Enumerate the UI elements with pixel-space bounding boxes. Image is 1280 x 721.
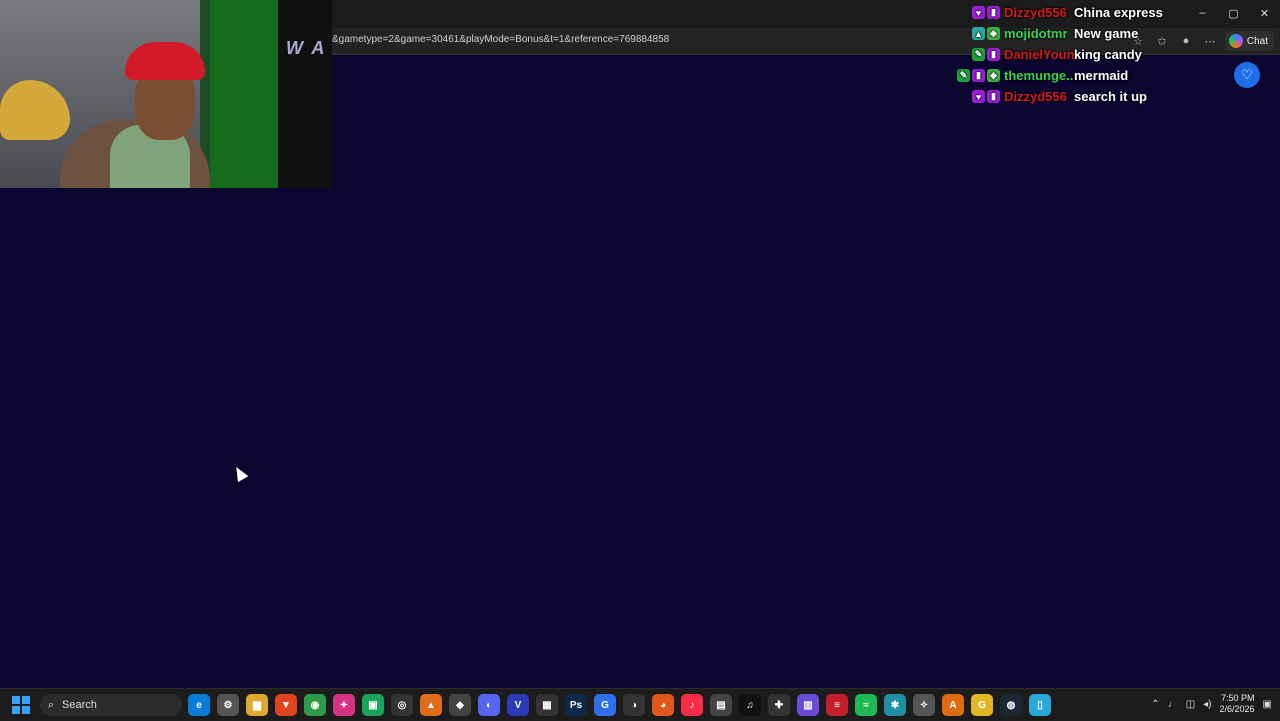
chat-badges: ♥ ▮	[930, 90, 1000, 103]
url-text[interactable]: &gametype=2&game=30461&playMode=Bonus&t=…	[332, 34, 669, 45]
copilot-icon	[1228, 34, 1243, 48]
green-badge-icon: ◈	[987, 69, 1000, 82]
file-explorer-icon[interactable]: ▆	[246, 694, 268, 716]
chat-badges: ▲ ◈	[930, 27, 1000, 40]
chat-message-text: search it up	[1074, 89, 1147, 104]
streamer-cap	[125, 42, 205, 80]
mod-badge-icon: ✎	[957, 69, 970, 82]
gamepad-icon[interactable]: ◆	[449, 694, 471, 716]
more-options-icon[interactable]: ⋯	[1200, 31, 1220, 51]
app-teal-icon[interactable]: ✱	[884, 694, 906, 716]
sub-badge-icon: ▮	[987, 48, 1000, 61]
webcam-dark-panel	[278, 0, 332, 188]
spotify-icon[interactable]: ≈	[855, 694, 877, 716]
chat-username: Dizzyd556	[1004, 89, 1067, 104]
heart-shield-icon[interactable]: ♡	[1234, 62, 1260, 88]
discord-icon[interactable]: ◐	[478, 694, 500, 716]
stream-chat-overlay: ♥ ▮ Dizzyd556 China express ▲ ◈ mojidotmr New g…	[930, 2, 1190, 107]
app-orange2-icon[interactable]: A	[942, 694, 964, 716]
sub-badge-icon: ▮	[972, 69, 985, 82]
app-brown-icon[interactable]: ✧	[913, 694, 935, 716]
app-gray-icon[interactable]: ▤	[710, 694, 732, 716]
notification-bell-icon[interactable]: ▣	[1263, 699, 1272, 710]
chat-message: ♥ ▮ Dizzyd556 search it up	[930, 86, 1190, 107]
close-button[interactable]: ✕	[1249, 0, 1280, 26]
windows-taskbar: ⌕ Search e ⚙ ▆ ▼ ◉ ✦ ▣ ◎ ▲ ◆ ◐ V ▦ Ps G ◑ ◕ ♪ ▤ ♫ ✚ ▥ ≡ ≈ ✱ ✧ A G ◍ ▯…	[0, 688, 1280, 721]
steam-icon[interactable]: ◍	[1000, 694, 1022, 716]
taskbar-search[interactable]: ⌕ Search	[40, 694, 182, 716]
music-icon[interactable]: ♪	[681, 694, 703, 716]
chat-username: themunge...	[1004, 68, 1074, 83]
game-canvas[interactable]	[2, 188, 1278, 686]
obs-icon[interactable]: ◎	[391, 694, 413, 716]
app-network-icon[interactable]: ✚	[768, 694, 790, 716]
tiktok-icon[interactable]: ♫	[739, 694, 761, 716]
chat-message-text: New game	[1074, 26, 1139, 41]
app-purple-icon[interactable]: ▥	[797, 694, 819, 716]
webcam-overlay: W A	[0, 0, 332, 188]
mod-badge-icon: ✎	[972, 48, 985, 61]
start-button[interactable]	[12, 696, 30, 714]
chrome-icon[interactable]: ◉	[304, 694, 326, 716]
chat-button-label: Chat	[1246, 35, 1268, 47]
chat-username: mojidotmr	[1004, 26, 1068, 41]
network-icon[interactable]: ◫	[1186, 699, 1195, 710]
system-tray: ⌃ ♩ ◫ ◂) 7:50 PM 2/6/2026 ▣	[1151, 693, 1272, 715]
chat-message: ▲ ◈ mojidotmr New game	[930, 23, 1190, 44]
chat-badges: ✎ ▮ ◈	[930, 69, 1000, 82]
notepad-icon[interactable]: ▯	[1029, 694, 1051, 716]
chat-message-text: king candy	[1074, 47, 1142, 62]
restore-button[interactable]: ▢	[1218, 0, 1249, 26]
settings-icon[interactable]: ⚙	[217, 694, 239, 716]
firefox-icon[interactable]: ◕	[652, 694, 674, 716]
chat-username: Dizzyd556	[1004, 5, 1067, 20]
sub-badge-icon: ▮	[987, 6, 1000, 19]
green-badge-icon: ◈	[987, 27, 1000, 40]
search-label: Search	[62, 699, 97, 711]
app-green-icon[interactable]: ▣	[362, 694, 384, 716]
chat-message-text: mermaid	[1074, 68, 1129, 83]
app-blue-icon[interactable]: G	[594, 694, 616, 716]
copilot-chat-button[interactable]: Chat	[1224, 31, 1274, 51]
capture-icon[interactable]: ▦	[536, 694, 558, 716]
sub-badge-icon: ▮	[987, 90, 1000, 103]
app-dark-icon[interactable]: ◑	[623, 694, 645, 716]
vegas-icon[interactable]: V	[507, 694, 529, 716]
clock-time: 7:50 PM	[1221, 693, 1255, 703]
clock-date: 2/6/2026	[1219, 704, 1255, 714]
heart-badge-icon: ♥	[972, 90, 985, 103]
app-yellow-icon[interactable]: G	[971, 694, 993, 716]
chat-message: ♥ ▮ Dizzyd556 China express	[930, 2, 1190, 23]
chat-badges: ✎ ▮	[930, 48, 1000, 61]
app-pink-icon[interactable]: ✦	[333, 694, 355, 716]
taskbar-apps: e ⚙ ▆ ▼ ◉ ✦ ▣ ◎ ▲ ◆ ◐ V ▦ Ps G ◑ ◕ ♪ ▤ ♫ ✚ ▥ ≡ ≈ ✱ ✧ A G ◍ ▯	[188, 694, 1051, 716]
turbo-badge-icon: ▲	[972, 27, 985, 40]
minimize-button[interactable]: –	[1187, 0, 1218, 26]
microphone-icon[interactable]: ♩	[1168, 699, 1178, 710]
photoshop-icon[interactable]: Ps	[565, 694, 587, 716]
chat-message: ✎ ▮ ◈ themunge... mermaid	[930, 65, 1190, 86]
heart-badge-icon: ♥	[972, 6, 985, 19]
chat-message: ✎▮ DanielYoung...king candy	[930, 44, 1190, 65]
search-icon: ⌕	[47, 698, 55, 711]
brave-icon[interactable]: ▼	[275, 694, 297, 716]
edge-icon[interactable]: e	[188, 694, 210, 716]
chat-message-text: China express	[1074, 5, 1163, 20]
volume-icon[interactable]: ◂)	[1203, 699, 1211, 710]
app-orange-icon[interactable]: ▲	[420, 694, 442, 716]
app-red-icon[interactable]: ≡	[826, 694, 848, 716]
chat-badges: ♥ ▮	[930, 6, 1000, 19]
chevron-up-icon[interactable]: ⌃	[1151, 699, 1159, 710]
clock[interactable]: 7:50 PM 2/6/2026	[1220, 693, 1255, 715]
webcam-wall-logo: W A	[286, 38, 327, 58]
window-controls: – ▢ ✕	[1187, 0, 1280, 26]
chat-username: DanielYoung...	[1004, 47, 1074, 62]
